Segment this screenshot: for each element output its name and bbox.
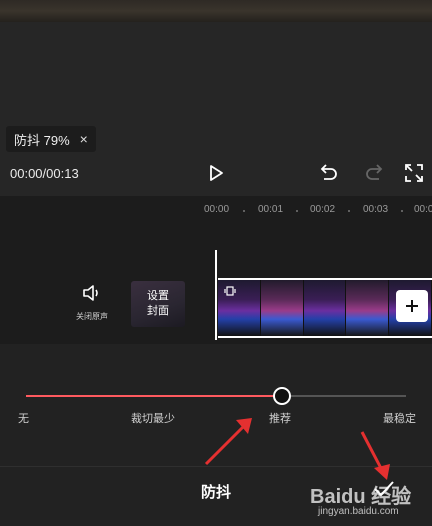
- mute-original-audio-button[interactable]: 关闭原声: [70, 284, 114, 322]
- redo-icon[interactable]: [363, 163, 385, 188]
- close-icon[interactable]: ×: [80, 131, 88, 147]
- stabilize-clip-icon: [224, 285, 236, 300]
- stop-least-crop[interactable]: 裁切最少: [131, 410, 175, 426]
- stabilize-badge: 防抖 79% ×: [6, 126, 96, 152]
- watermark-url: jingyan.baidu.com: [318, 506, 399, 517]
- clip-frame: [260, 280, 304, 336]
- slider-knob[interactable]: [272, 387, 291, 405]
- ruler-tick: 00:01: [258, 204, 284, 215]
- ruler-tick: 00:03: [363, 204, 389, 215]
- ruler-dot: [243, 210, 245, 212]
- set-cover-button[interactable]: 设置 封面: [131, 281, 185, 327]
- ruler-dot: [401, 210, 403, 212]
- stabilize-badge-label: 防抖 79%: [14, 132, 70, 148]
- plus-icon: [406, 300, 418, 312]
- ruler-tick: 00:0: [414, 204, 432, 215]
- stop-most-stable[interactable]: 最稳定: [383, 410, 416, 426]
- cover-label-line2: 封面: [147, 305, 169, 317]
- cover-label-line1: 设置: [147, 290, 169, 302]
- video-preview: [0, 0, 432, 22]
- ruler-tick: 00:00: [204, 204, 230, 215]
- clip-frame: [346, 280, 390, 336]
- playback-time: 00:00/00:13: [10, 166, 79, 181]
- watermark-logo: Baidu 经验: [310, 486, 412, 508]
- playhead[interactable]: [215, 250, 217, 340]
- speaker-icon: [83, 285, 98, 301]
- annotation-arrow: [204, 418, 252, 466]
- slider-fill: [26, 395, 281, 397]
- ruler-dot: [296, 210, 298, 212]
- add-clip-button[interactable]: [396, 290, 428, 322]
- ruler-tick: 00:02: [310, 204, 336, 215]
- undo-icon[interactable]: [318, 163, 340, 188]
- clip-frame: [303, 280, 347, 336]
- annotation-arrow: [360, 431, 390, 480]
- stop-recommended[interactable]: 推荐: [269, 410, 291, 426]
- fullscreen-icon[interactable]: [404, 163, 424, 188]
- mute-label: 关闭原声: [76, 312, 108, 321]
- ruler-dot: [348, 210, 350, 212]
- play-icon[interactable]: [206, 163, 226, 188]
- stop-none[interactable]: 无: [18, 410, 29, 426]
